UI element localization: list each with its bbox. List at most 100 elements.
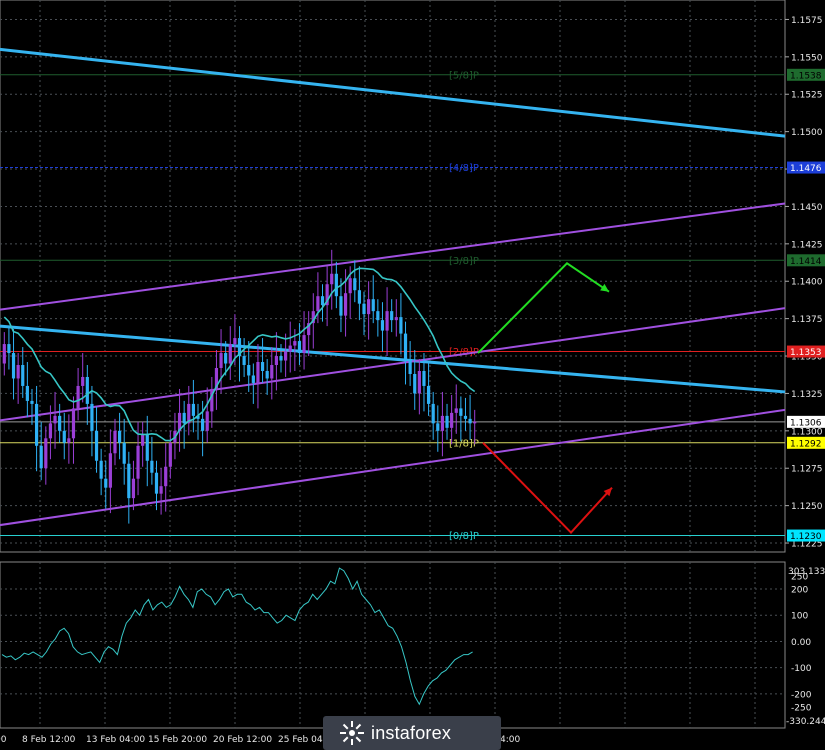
candle-body — [2, 344, 6, 364]
candle-body — [108, 453, 112, 488]
price-tick-label: 1.1450 — [791, 203, 823, 213]
candle-body — [320, 296, 325, 306]
up-forecast-arrow-head — [600, 283, 609, 292]
indicator-tick-label: 100 — [791, 612, 808, 622]
candle-body — [463, 415, 468, 419]
candle-body — [242, 356, 246, 366]
time-label: 00 — [0, 735, 7, 745]
trend-line-upper — [0, 47, 786, 138]
candle-body — [422, 370, 426, 386]
current-price-label: 1.1306 — [790, 418, 822, 428]
candle-body — [127, 463, 131, 499]
candle-body — [44, 438, 48, 469]
candle-body — [145, 433, 149, 461]
murrey-label: [0/8]P — [449, 531, 479, 542]
price-tick-label: 1.1250 — [791, 502, 823, 512]
instaforex-logo-icon — [340, 721, 364, 745]
watermark-text: instaforex — [371, 722, 452, 743]
candle-body — [339, 296, 343, 316]
candle-body — [297, 341, 302, 354]
candle-body — [279, 356, 283, 361]
candle-body — [316, 296, 320, 312]
candle-body — [159, 486, 163, 494]
candle-body — [168, 442, 172, 467]
candle-body — [260, 362, 265, 371]
candle-body — [247, 365, 251, 376]
candle-body — [399, 317, 403, 334]
candle-body — [113, 430, 117, 454]
candle-body — [256, 362, 260, 383]
price-tag-label: 1.1353 — [790, 348, 822, 358]
candle-body — [201, 418, 205, 431]
candle-body — [284, 351, 288, 361]
trend-line-lower — [0, 324, 786, 394]
price-tick-label: 1.1275 — [791, 465, 823, 475]
channel-top — [0, 202, 786, 311]
murrey-label: [4/8]P — [449, 163, 479, 174]
candle-body — [182, 412, 186, 424]
indicator-tick-label: 0.00 — [791, 638, 811, 648]
murrey-label: [5/8]P — [449, 70, 479, 81]
candle-body — [413, 373, 417, 394]
price-tick-label: 1.1400 — [791, 278, 823, 288]
candle-body — [16, 365, 20, 379]
candle-body — [131, 478, 136, 499]
candle-body — [85, 376, 89, 404]
trend-lines — [0, 47, 786, 527]
candle-body — [445, 415, 449, 428]
murrey-label: [3/8]P — [449, 256, 479, 267]
indicator-frame — [0, 561, 786, 729]
candle-body — [233, 338, 237, 345]
candle-body — [11, 353, 16, 379]
candle-body — [473, 421, 477, 424]
candle-body — [385, 311, 389, 331]
candle-body — [274, 356, 278, 366]
candle-body — [362, 303, 366, 315]
candle-body — [353, 278, 357, 291]
candle-body — [71, 408, 76, 439]
candle-body — [136, 445, 140, 479]
candle-body — [7, 344, 11, 354]
candle-body — [154, 472, 159, 494]
price-tick-label: 1.1375 — [791, 315, 823, 325]
candle-body — [371, 299, 375, 312]
candle-body — [67, 438, 71, 443]
candle-body — [205, 411, 209, 431]
candle-body — [459, 408, 463, 416]
price-tag-label: 1.1476 — [790, 164, 822, 174]
candle-body — [408, 359, 412, 374]
candle-body — [343, 293, 348, 316]
candle-body — [219, 353, 223, 368]
time-label: 13 Feb 04:00 — [86, 735, 145, 745]
watermark: instaforex — [323, 716, 501, 750]
cci-line — [1, 567, 473, 706]
candle-body — [436, 423, 440, 431]
candle-body — [394, 317, 398, 321]
candle-body — [348, 278, 352, 294]
indicator-min-label: -330.244 — [786, 717, 825, 727]
indicator-tick-label: 200 — [791, 586, 808, 596]
candle-body — [357, 290, 362, 304]
candle-body — [21, 365, 25, 386]
price-chart[interactable]: [5/8]P[4/8]P[3/8]P[2/8]P[1/8]P[0/8]P 1.1… — [0, 0, 825, 750]
indicator-tick-label: -200 — [791, 690, 812, 700]
candle-body — [34, 403, 39, 446]
forecast-arrows — [477, 261, 613, 535]
candle-body — [53, 415, 57, 424]
price-frame — [0, 0, 786, 553]
price-tag-label: 1.1230 — [790, 532, 822, 542]
candle-body — [330, 273, 334, 285]
candle-body — [90, 403, 94, 431]
candle-body — [99, 460, 103, 479]
candle-body — [468, 418, 472, 424]
channel-middle — [0, 307, 786, 422]
candle-body — [265, 370, 269, 379]
candle-body — [426, 385, 431, 404]
murrey-levels: [5/8]P[4/8]P[3/8]P[2/8]P[1/8]P[0/8]P — [0, 70, 785, 542]
indicator-max-label: 303.133 — [788, 567, 825, 577]
time-label: 20 Feb 12:00 — [213, 735, 272, 745]
candle-body — [390, 311, 394, 321]
price-tick-label: 1.1425 — [791, 240, 823, 250]
candle-body — [302, 335, 306, 354]
candle-body — [164, 466, 168, 487]
